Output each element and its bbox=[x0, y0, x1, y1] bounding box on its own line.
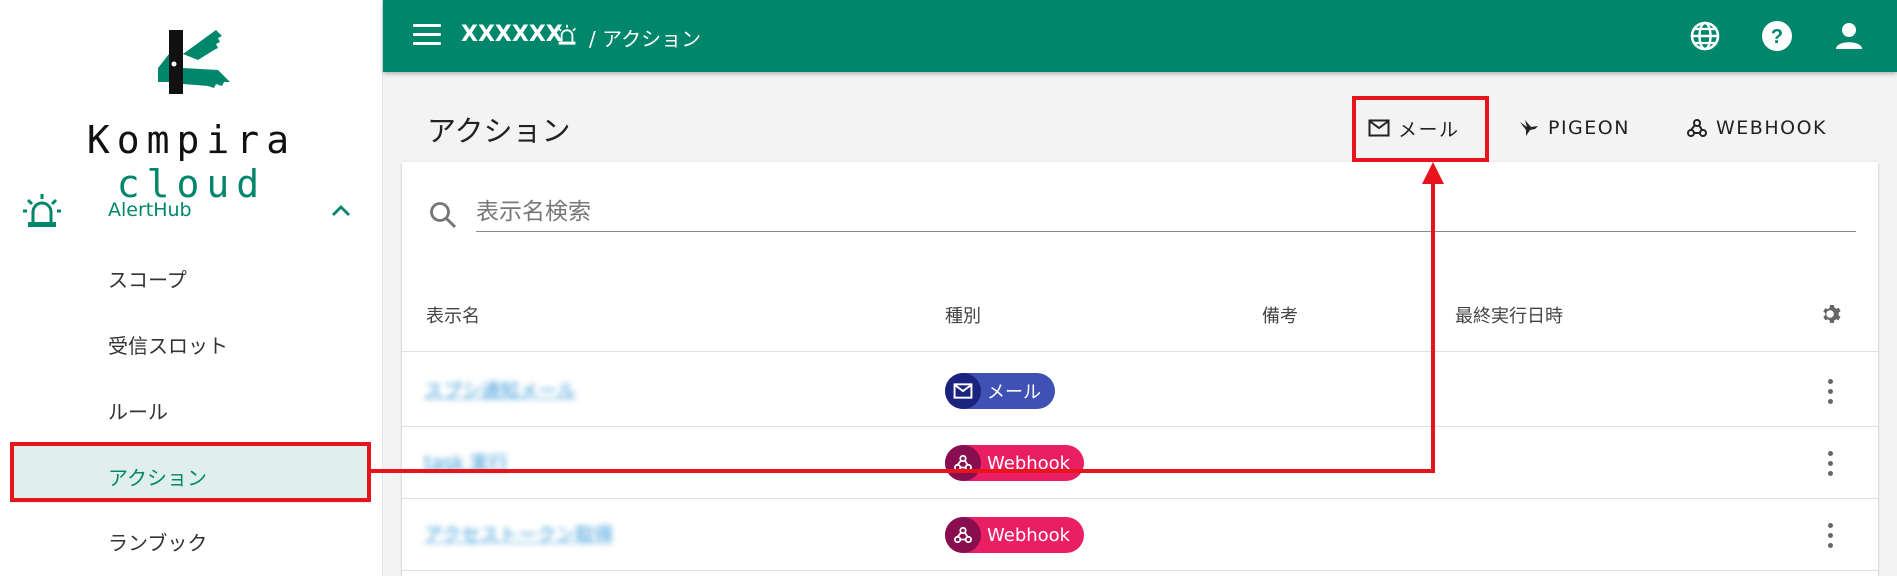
globe-icon[interactable] bbox=[1689, 20, 1721, 52]
menu-icon[interactable] bbox=[413, 24, 441, 48]
account-icon[interactable] bbox=[1833, 20, 1865, 52]
row-name-link[interactable]: アクセストークン取得 bbox=[424, 520, 613, 547]
sidebar-item-rule[interactable]: ルール bbox=[108, 396, 168, 425]
type-chip-webhook: Webhook bbox=[945, 445, 1085, 481]
divider bbox=[402, 351, 1878, 352]
type-chip-label: Webhook bbox=[987, 524, 1071, 546]
actions-card: 表示名 種別 備考 最終実行日時 スプシ通知メール メール task 実行 We… bbox=[402, 162, 1878, 576]
row-menu-icon[interactable] bbox=[1822, 379, 1838, 409]
pigeon-icon bbox=[1520, 120, 1538, 136]
nav-group-alerthub[interactable]: AlertHub bbox=[0, 185, 383, 237]
svg-text:?: ? bbox=[1771, 26, 1783, 48]
breadcrumb: / アクション bbox=[589, 23, 701, 52]
create-webhook-button[interactable]: WEBHOOK bbox=[1686, 112, 1827, 144]
page-title: アクション bbox=[427, 114, 571, 148]
org-name[interactable]: XXXXXX bbox=[461, 22, 563, 47]
annotation-line-vertical bbox=[1431, 172, 1435, 473]
crocodile-logo-icon bbox=[158, 30, 230, 94]
create-pigeon-label: PIGEON bbox=[1548, 117, 1630, 139]
divider bbox=[402, 570, 1878, 571]
help-icon[interactable]: ? bbox=[1761, 20, 1793, 52]
webhook-icon bbox=[945, 445, 981, 481]
alarm-light-icon bbox=[557, 24, 577, 45]
kompira-cloud-logo[interactable]: Kompira cloud bbox=[0, 18, 383, 206]
annotation-box-mail-button bbox=[1352, 96, 1489, 162]
create-pigeon-button[interactable]: PIGEON bbox=[1518, 112, 1630, 144]
row-menu-icon[interactable] bbox=[1822, 523, 1838, 553]
divider bbox=[402, 426, 1878, 427]
nav-group-label: AlertHub bbox=[108, 199, 192, 221]
top-app-bar: XXXXXX / アクション ? bbox=[383, 0, 1897, 72]
column-header-type[interactable]: 種別 bbox=[945, 302, 981, 328]
breadcrumb-separator: / bbox=[589, 27, 596, 51]
gear-icon[interactable] bbox=[1820, 302, 1844, 326]
column-header-last-run[interactable]: 最終実行日時 bbox=[1455, 302, 1563, 328]
column-header-name[interactable]: 表示名 bbox=[426, 302, 480, 328]
search-icon bbox=[430, 202, 457, 229]
create-webhook-label: WEBHOOK bbox=[1716, 117, 1827, 139]
annotation-arrowhead-icon bbox=[1422, 162, 1444, 184]
type-chip-label: メール bbox=[987, 382, 1041, 403]
chevron-up-icon[interactable] bbox=[330, 200, 352, 222]
sidebar-item-scope[interactable]: スコープ bbox=[108, 264, 187, 293]
alarm-light-icon bbox=[23, 194, 61, 227]
type-chip-mail: メール bbox=[945, 373, 1055, 409]
webhook-icon bbox=[945, 517, 981, 553]
webhook-icon bbox=[1687, 119, 1707, 137]
sidebar-item-receive-slot[interactable]: 受信スロット bbox=[108, 330, 228, 359]
row-name-link[interactable]: スプシ通知メール bbox=[424, 376, 576, 403]
row-menu-icon[interactable] bbox=[1822, 451, 1838, 481]
divider bbox=[402, 498, 1878, 499]
search-input[interactable] bbox=[476, 192, 1856, 232]
annotation-line-horizontal bbox=[371, 469, 1435, 473]
breadcrumb-current: アクション bbox=[602, 27, 702, 51]
sidebar-item-runbook[interactable]: ランブック bbox=[108, 527, 207, 556]
mail-icon bbox=[945, 373, 981, 409]
type-chip-webhook: Webhook bbox=[945, 517, 1085, 553]
column-header-note[interactable]: 備考 bbox=[1262, 302, 1298, 328]
annotation-box-sidebar-action bbox=[10, 442, 371, 502]
